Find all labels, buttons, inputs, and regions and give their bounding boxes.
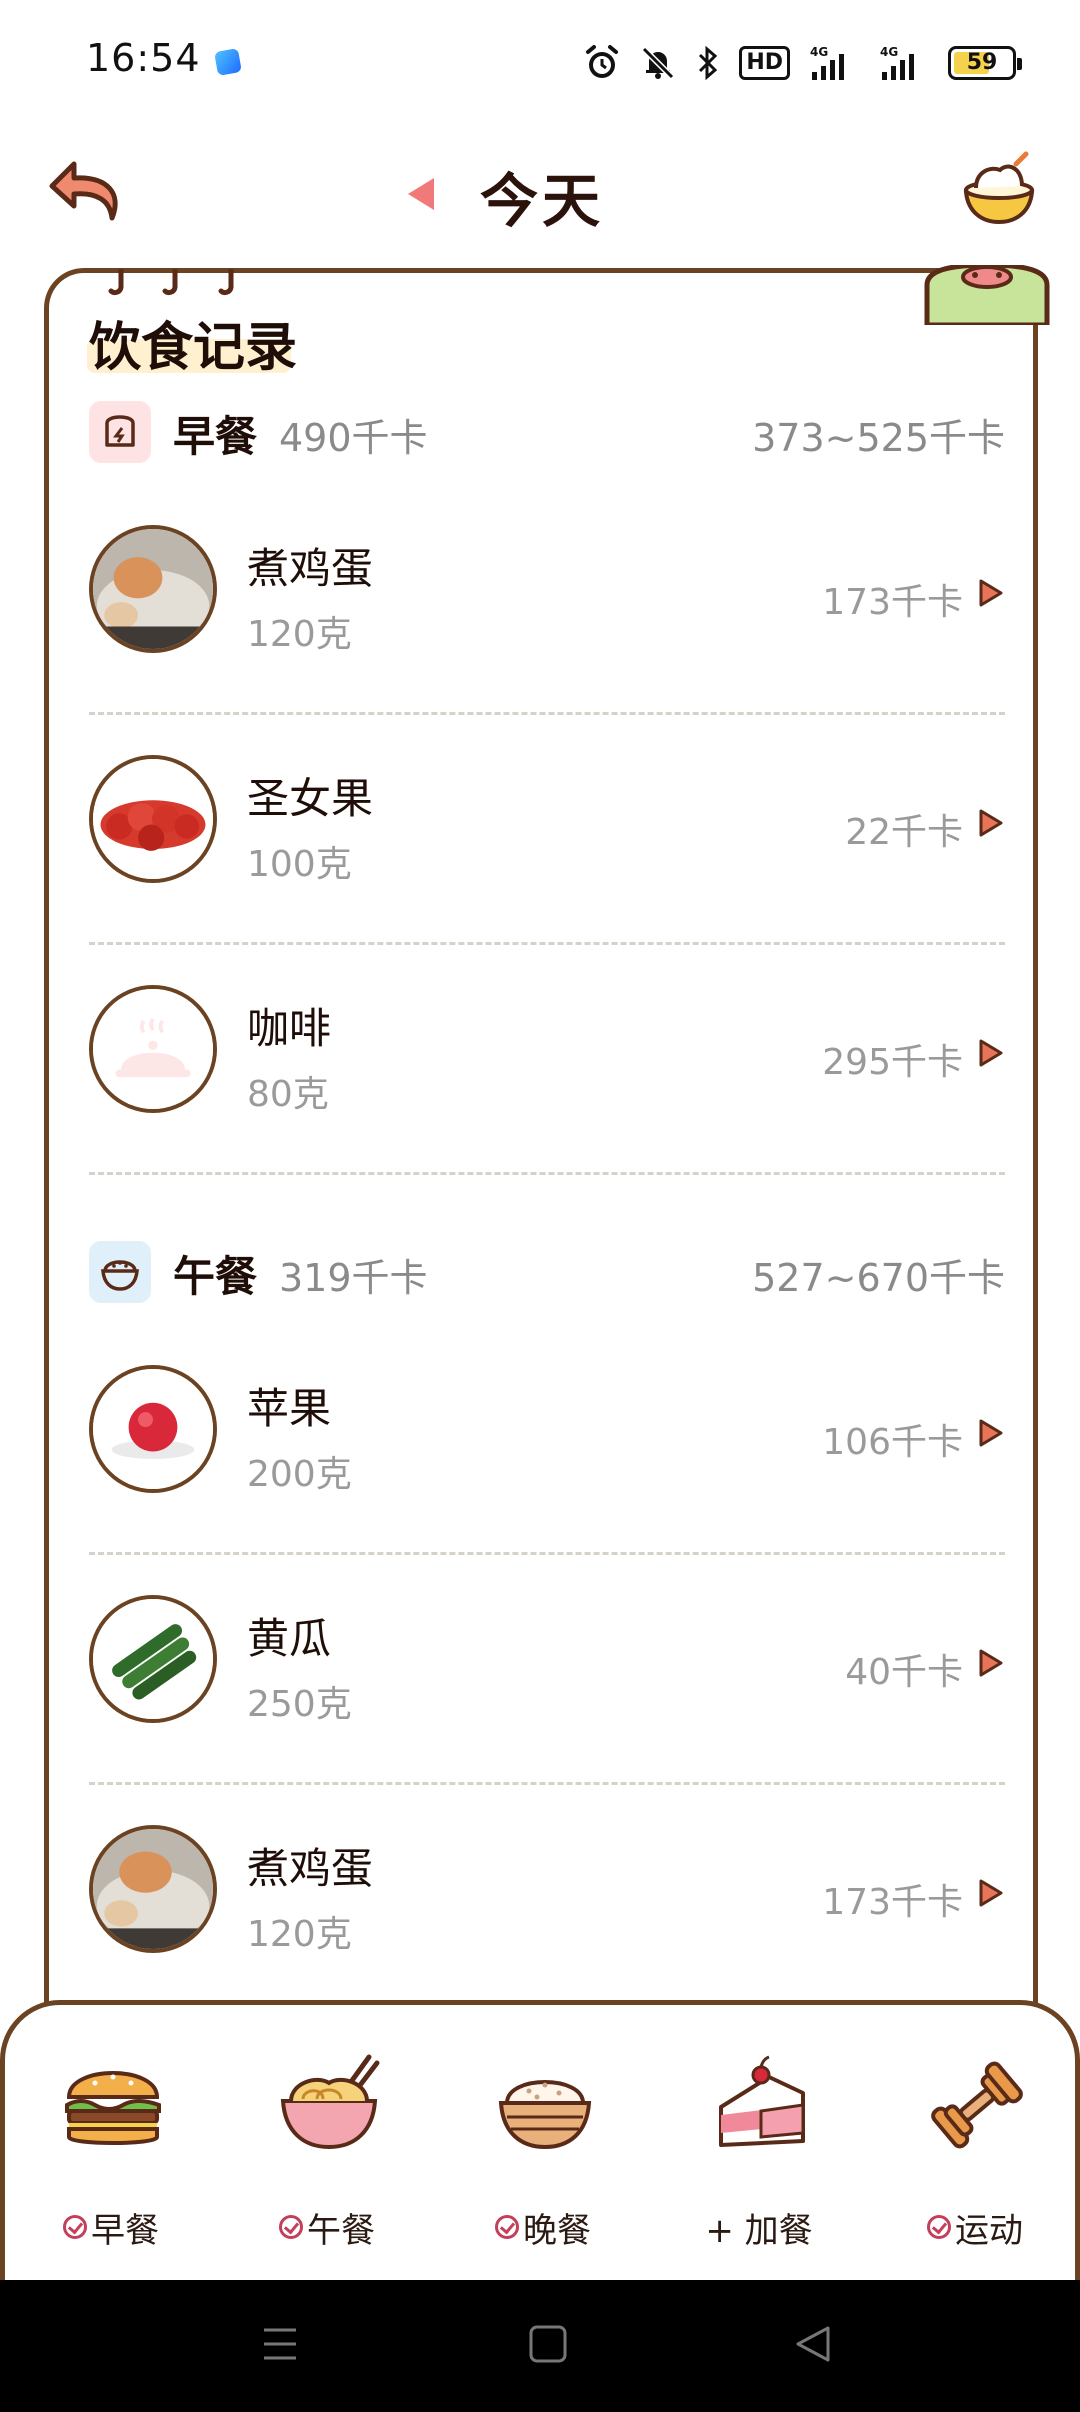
add-item-label: 运动 [885, 2203, 1065, 2252]
back-icon[interactable] [794, 2324, 834, 2364]
check-icon [279, 2215, 303, 2239]
system-navigation-bar [0, 2280, 1080, 2412]
play-arrow-icon[interactable] [977, 1877, 1005, 1909]
food-name: 黄瓜 [247, 1614, 332, 1663]
card-title: 饮食记录 [89, 318, 298, 378]
food-name: 煮鸡蛋 [247, 1844, 374, 1893]
food-image-cherry-tomatoes [89, 755, 217, 883]
svg-text:4G: 4G [880, 45, 898, 59]
add-item-label: 早餐 [21, 2203, 201, 2252]
meal-name: 午餐 [173, 1252, 258, 1301]
cake-icon [719, 2055, 805, 2147]
noodle-bowl-icon [280, 2054, 380, 2150]
burger-icon [65, 2071, 161, 2145]
play-arrow-icon[interactable] [977, 807, 1005, 839]
dumbbell-icon [931, 2061, 1023, 2149]
add-lunch-button[interactable]: 午餐 [237, 2053, 417, 2263]
svg-text:4G: 4G [810, 45, 828, 59]
food-row[interactable]: 咖啡 80克 295千卡 [89, 945, 1005, 1175]
food-weight: 120克 [247, 1914, 352, 1955]
hd-badge: HD [739, 46, 790, 80]
meal-kcal-range: 373~525千卡 [752, 416, 1005, 460]
back-arrow-icon[interactable] [44, 148, 134, 238]
mute-bell-icon [642, 46, 675, 80]
food-weight: 200克 [247, 1454, 352, 1495]
food-row[interactable]: 煮鸡蛋 120克 173千卡 [89, 1785, 1005, 2015]
rice-bowl-icon [498, 2080, 592, 2150]
header: 今天 [0, 130, 1080, 260]
divider [89, 1172, 1005, 1175]
food-name: 咖啡 [247, 1004, 332, 1053]
add-item-label: 晚餐 [453, 2203, 633, 2252]
food-kcal: 40千卡 [845, 1652, 963, 1693]
food-kcal: 22千卡 [845, 812, 963, 853]
signal-4g-icon: 4G [810, 45, 844, 80]
check-icon [495, 2215, 519, 2239]
play-arrow-icon[interactable] [977, 577, 1005, 609]
play-arrow-icon[interactable] [977, 1417, 1005, 1449]
bluetooth-icon [699, 45, 718, 81]
rice-bowl-small-icon [89, 1241, 151, 1303]
meal-kcal: 319千卡 [279, 1256, 428, 1300]
food-image-placeholder-dish [89, 985, 217, 1113]
diet-record-card: 饮食记录 早餐 490千卡 373~525千卡 煮鸡蛋 120克 173千卡 圣… [44, 265, 1050, 2008]
check-icon [927, 2215, 951, 2239]
mascot-peek-icon [924, 265, 1050, 325]
check-icon [63, 2215, 87, 2239]
mascot-bowl-icon[interactable] [960, 150, 1038, 228]
meal-kcal: 490千卡 [279, 416, 428, 460]
food-row[interactable]: 黄瓜 250克 40千卡 [89, 1555, 1005, 1785]
status-icons: HD 4G 4G 59 [583, 38, 1022, 88]
food-kcal: 295千卡 [822, 1042, 963, 1083]
notebook-rings-icon [108, 269, 234, 296]
battery-level: 59 [966, 50, 998, 75]
food-weight: 250克 [247, 1684, 352, 1725]
food-name: 苹果 [247, 1384, 332, 1433]
status-time: 16:54 [86, 36, 201, 80]
food-image-apple [89, 1365, 217, 1493]
home-icon[interactable] [528, 2324, 568, 2364]
meal-section-lunch[interactable]: 午餐 319千卡 527~670千卡 [89, 1233, 1005, 1313]
food-kcal: 173千卡 [822, 582, 963, 623]
add-exercise-button[interactable]: 运动 [885, 2053, 1065, 2263]
meal-name: 早餐 [173, 412, 258, 461]
food-image-boiled-egg [89, 1825, 217, 1953]
play-arrow-icon[interactable] [977, 1037, 1005, 1069]
food-name: 煮鸡蛋 [247, 544, 374, 593]
food-image-cucumber [89, 1595, 217, 1723]
food-weight: 100克 [247, 844, 352, 885]
food-weight: 120克 [247, 614, 352, 655]
alarm-icon [586, 45, 619, 78]
meal-section-breakfast[interactable]: 早餐 490千卡 373~525千卡 [89, 393, 1005, 473]
toast-icon [89, 401, 151, 463]
play-arrow-icon[interactable] [977, 1647, 1005, 1679]
add-breakfast-button[interactable]: 早餐 [21, 2053, 201, 2263]
signal-4g-icon-2: 4G [880, 45, 914, 80]
battery-icon: 59 [948, 46, 1022, 80]
app-notification-icon [214, 48, 242, 76]
food-row[interactable]: 煮鸡蛋 120克 173千卡 [89, 485, 1005, 715]
add-snack-button[interactable]: + 加餐 [669, 2053, 849, 2263]
food-kcal: 173千卡 [822, 1882, 963, 1923]
previous-day-arrow-icon[interactable] [404, 174, 438, 214]
food-row[interactable]: 圣女果 100克 22千卡 [89, 715, 1005, 945]
meal-kcal-range: 527~670千卡 [752, 1256, 1005, 1300]
food-image-boiled-egg [89, 525, 217, 653]
meal-add-bar: 早餐 午餐 晚餐 + 加餐 运动 [0, 2000, 1080, 2280]
food-row[interactable]: 苹果 200克 106千卡 [89, 1325, 1005, 1555]
food-kcal: 106千卡 [822, 1422, 963, 1463]
add-item-label: 午餐 [237, 2203, 417, 2252]
add-dinner-button[interactable]: 晚餐 [453, 2053, 633, 2263]
menu-icon[interactable] [262, 2324, 298, 2364]
page-title: 今天 [480, 167, 605, 235]
food-name: 圣女果 [247, 774, 374, 823]
add-item-label: + 加餐 [705, 2211, 813, 2251]
food-weight: 80克 [247, 1074, 329, 1115]
status-bar: 16:54 HD 4G 4G 59 [0, 0, 1080, 126]
